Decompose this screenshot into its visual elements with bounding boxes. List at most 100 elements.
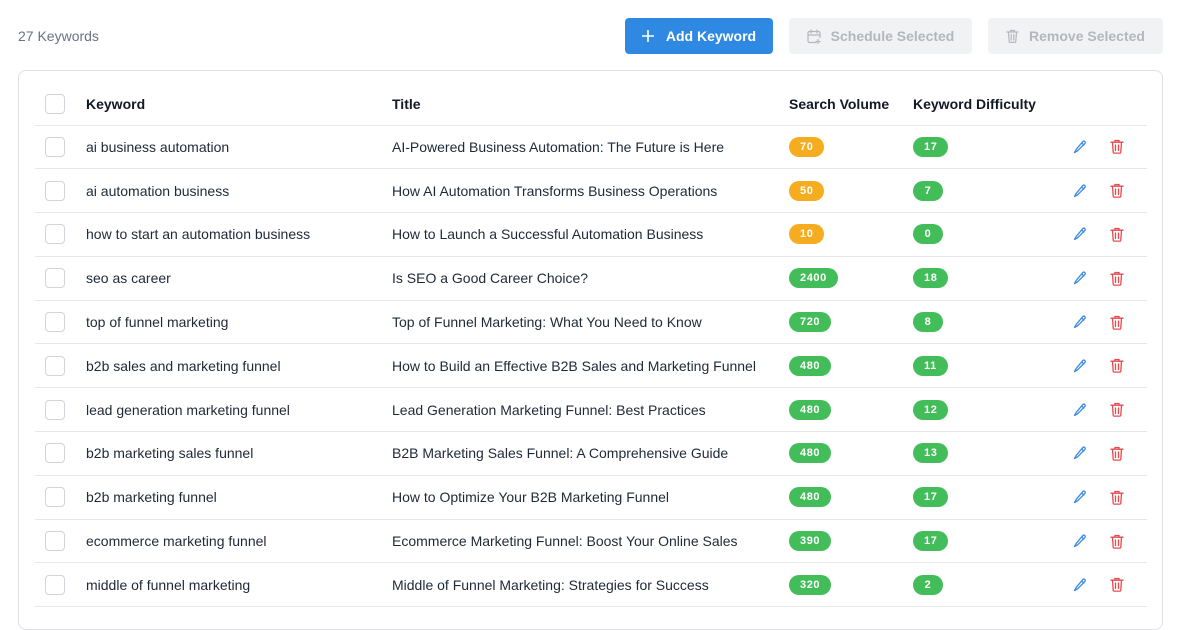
trash-icon xyxy=(1110,315,1124,330)
edit-button[interactable] xyxy=(1073,446,1087,460)
pencil-icon xyxy=(1073,359,1086,373)
select-all-checkbox[interactable] xyxy=(45,94,65,115)
trash-icon xyxy=(1110,446,1124,461)
edit-button[interactable] xyxy=(1073,490,1087,504)
schedule-selected-button[interactable]: Schedule Selected xyxy=(789,18,972,54)
row-checkbox[interactable] xyxy=(45,136,65,157)
table-header-row: Keyword Title Search Volume Keyword Diff… xyxy=(35,84,1147,125)
row-checkbox[interactable] xyxy=(45,268,65,289)
edit-button[interactable] xyxy=(1073,315,1087,329)
edit-button[interactable] xyxy=(1073,271,1087,285)
edit-button[interactable] xyxy=(1073,227,1087,241)
table-row: b2b marketing sales funnel B2B Marketing… xyxy=(35,432,1147,476)
row-checkbox[interactable] xyxy=(45,224,65,245)
pencil-icon xyxy=(1073,578,1086,592)
search-volume-badge: 320 xyxy=(789,574,832,595)
pencil-icon xyxy=(1073,315,1086,329)
column-header-keyword[interactable]: Keyword xyxy=(86,84,392,125)
keyword-difficulty-badge: 17 xyxy=(913,531,949,552)
title-cell: Top of Funnel Marketing: What You Need t… xyxy=(392,314,702,331)
column-header-title[interactable]: Title xyxy=(392,84,789,125)
edit-button[interactable] xyxy=(1073,534,1087,548)
title-cell: Is SEO a Good Career Choice? xyxy=(392,270,589,287)
column-header-search-volume[interactable]: Search Volume xyxy=(789,84,913,125)
toolbar: 27 Keywords Add Keyword Schedule Selecte… xyxy=(0,0,1180,70)
edit-button[interactable] xyxy=(1073,359,1087,373)
delete-button[interactable] xyxy=(1110,358,1124,374)
row-checkbox[interactable] xyxy=(45,180,65,201)
edit-button[interactable] xyxy=(1073,184,1087,198)
title-cell: How to Build an Effective B2B Sales and … xyxy=(392,357,756,374)
add-keyword-button[interactable]: Add Keyword xyxy=(625,18,773,54)
keyword-difficulty-badge: 18 xyxy=(913,268,949,289)
row-checkbox[interactable] xyxy=(45,443,65,464)
delete-button[interactable] xyxy=(1110,227,1124,242)
table-row: seo as career Is SEO a Good Career Choic… xyxy=(35,256,1147,301)
trash-icon xyxy=(1110,227,1124,242)
trash-icon xyxy=(1110,403,1124,417)
row-checkbox[interactable] xyxy=(45,531,65,552)
title-cell: Lead Generation Marketing Funnel: Best P… xyxy=(392,401,706,418)
table-row: top of funnel marketing Top of Funnel Ma… xyxy=(35,300,1147,344)
row-checkbox[interactable] xyxy=(45,312,65,333)
search-volume-badge: 720 xyxy=(789,312,832,333)
keyword-difficulty-badge: 13 xyxy=(913,443,949,464)
delete-button[interactable] xyxy=(1110,139,1124,155)
table-row: b2b marketing funnel How to Optimize You… xyxy=(35,475,1147,520)
keyword-cell: top of funnel marketing xyxy=(86,314,229,331)
edit-button[interactable] xyxy=(1073,140,1087,154)
pencil-icon xyxy=(1073,534,1086,548)
trash-icon xyxy=(1110,490,1124,505)
keywords-table: Keyword Title Search Volume Keyword Diff… xyxy=(35,84,1147,607)
pencil-icon xyxy=(1073,140,1086,154)
edit-button[interactable] xyxy=(1073,578,1087,592)
remove-selected-label: Remove Selected xyxy=(1029,28,1145,44)
delete-button[interactable] xyxy=(1110,271,1124,286)
trash-icon xyxy=(1110,271,1124,286)
search-volume-badge: 480 xyxy=(789,443,832,464)
column-header-keyword-difficulty[interactable]: Keyword Difficulty xyxy=(913,84,1063,125)
delete-button[interactable] xyxy=(1110,315,1124,330)
keyword-difficulty-badge: 11 xyxy=(913,355,948,376)
delete-button[interactable] xyxy=(1110,402,1124,417)
calendar-plus-icon xyxy=(807,28,821,44)
add-keyword-label: Add Keyword xyxy=(665,28,757,44)
delete-button[interactable] xyxy=(1110,446,1124,461)
keywords-table-card: Keyword Title Search Volume Keyword Diff… xyxy=(18,70,1163,630)
table-row: ai automation business How AI Automation… xyxy=(35,169,1147,213)
row-checkbox[interactable] xyxy=(45,574,65,595)
keyword-cell: b2b marketing sales funnel xyxy=(86,445,254,462)
search-volume-badge: 70 xyxy=(789,136,825,157)
delete-button[interactable] xyxy=(1110,577,1124,593)
pencil-icon xyxy=(1073,228,1086,241)
keyword-difficulty-badge: 17 xyxy=(913,136,949,157)
trash-icon xyxy=(1110,359,1124,374)
pencil-icon xyxy=(1073,184,1086,197)
edit-button[interactable] xyxy=(1073,403,1087,417)
trash-icon xyxy=(1110,578,1124,593)
keyword-difficulty-badge: 12 xyxy=(913,399,949,420)
title-cell: Ecommerce Marketing Funnel: Boost Your O… xyxy=(392,533,738,550)
trash-icon xyxy=(1110,140,1124,155)
table-row: ai business automation AI-Powered Busine… xyxy=(35,125,1147,169)
row-checkbox[interactable] xyxy=(45,399,65,420)
table-row: lead generation marketing funnel Lead Ge… xyxy=(35,388,1147,432)
title-cell: Middle of Funnel Marketing: Strategies f… xyxy=(392,576,709,593)
table-row: how to start an automation business How … xyxy=(35,213,1147,257)
title-cell: B2B Marketing Sales Funnel: A Comprehens… xyxy=(392,445,729,462)
table-row: middle of funnel marketing Middle of Fun… xyxy=(35,563,1147,607)
search-volume-badge: 390 xyxy=(789,531,832,552)
trash-icon xyxy=(1110,534,1124,549)
keyword-difficulty-badge: 17 xyxy=(913,487,949,508)
delete-button[interactable] xyxy=(1110,490,1124,505)
delete-button[interactable] xyxy=(1110,183,1124,198)
row-checkbox[interactable] xyxy=(45,355,65,376)
keyword-difficulty-badge: 2 xyxy=(913,574,943,595)
title-cell: How to Optimize Your B2B Marketing Funne… xyxy=(392,489,670,506)
keyword-cell: ai automation business xyxy=(86,182,230,199)
remove-selected-button[interactable]: Remove Selected xyxy=(988,18,1163,54)
plus-icon xyxy=(641,30,654,42)
delete-button[interactable] xyxy=(1110,534,1124,549)
row-checkbox[interactable] xyxy=(45,487,65,508)
pencil-icon xyxy=(1073,447,1086,460)
